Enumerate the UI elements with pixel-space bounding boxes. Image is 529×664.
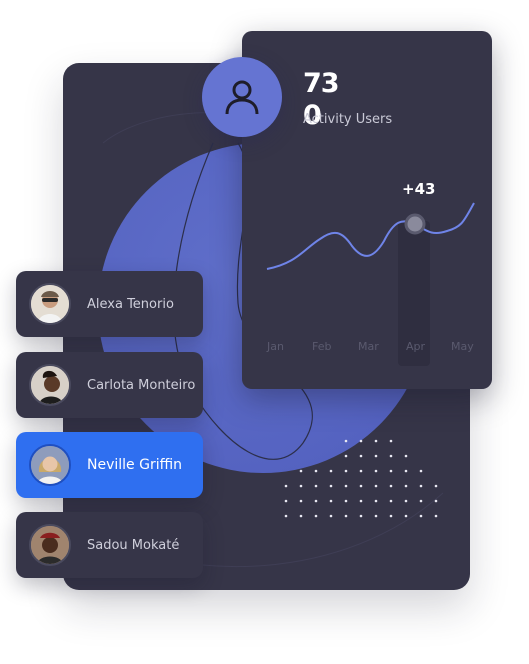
user-avatar-circle: [202, 57, 282, 137]
avatar: [29, 444, 71, 486]
user-name: Sadou Mokaté: [87, 537, 180, 553]
trend-line: [266, 202, 475, 270]
highlight-marker[interactable]: [404, 213, 426, 235]
month-may: May: [451, 340, 474, 353]
month-mar: Mar: [358, 340, 379, 353]
avatar: [29, 364, 71, 406]
avatar: [29, 524, 71, 566]
user-card-neville-griffin[interactable]: Neville Griffin: [16, 432, 203, 498]
user-name: Neville Griffin: [87, 457, 183, 473]
activity-label: Activity Users: [303, 112, 393, 127]
month-apr: Apr: [406, 340, 426, 353]
delta-value: +43: [402, 180, 436, 198]
user-card-sadou-mokate[interactable]: Sadou Mokaté: [16, 512, 203, 578]
user-card-carlota-monteiro[interactable]: Carlota Monteiro: [16, 352, 203, 418]
user-name: Carlota Monteiro: [87, 377, 196, 393]
avatar: [29, 283, 71, 325]
user-name: Alexa Tenorio: [87, 296, 174, 312]
month-feb: Feb: [312, 340, 332, 353]
user-icon: [225, 80, 259, 115]
user-card-alexa-tenorio[interactable]: Alexa Tenorio: [16, 271, 203, 337]
month-jan: Jan: [267, 340, 284, 353]
